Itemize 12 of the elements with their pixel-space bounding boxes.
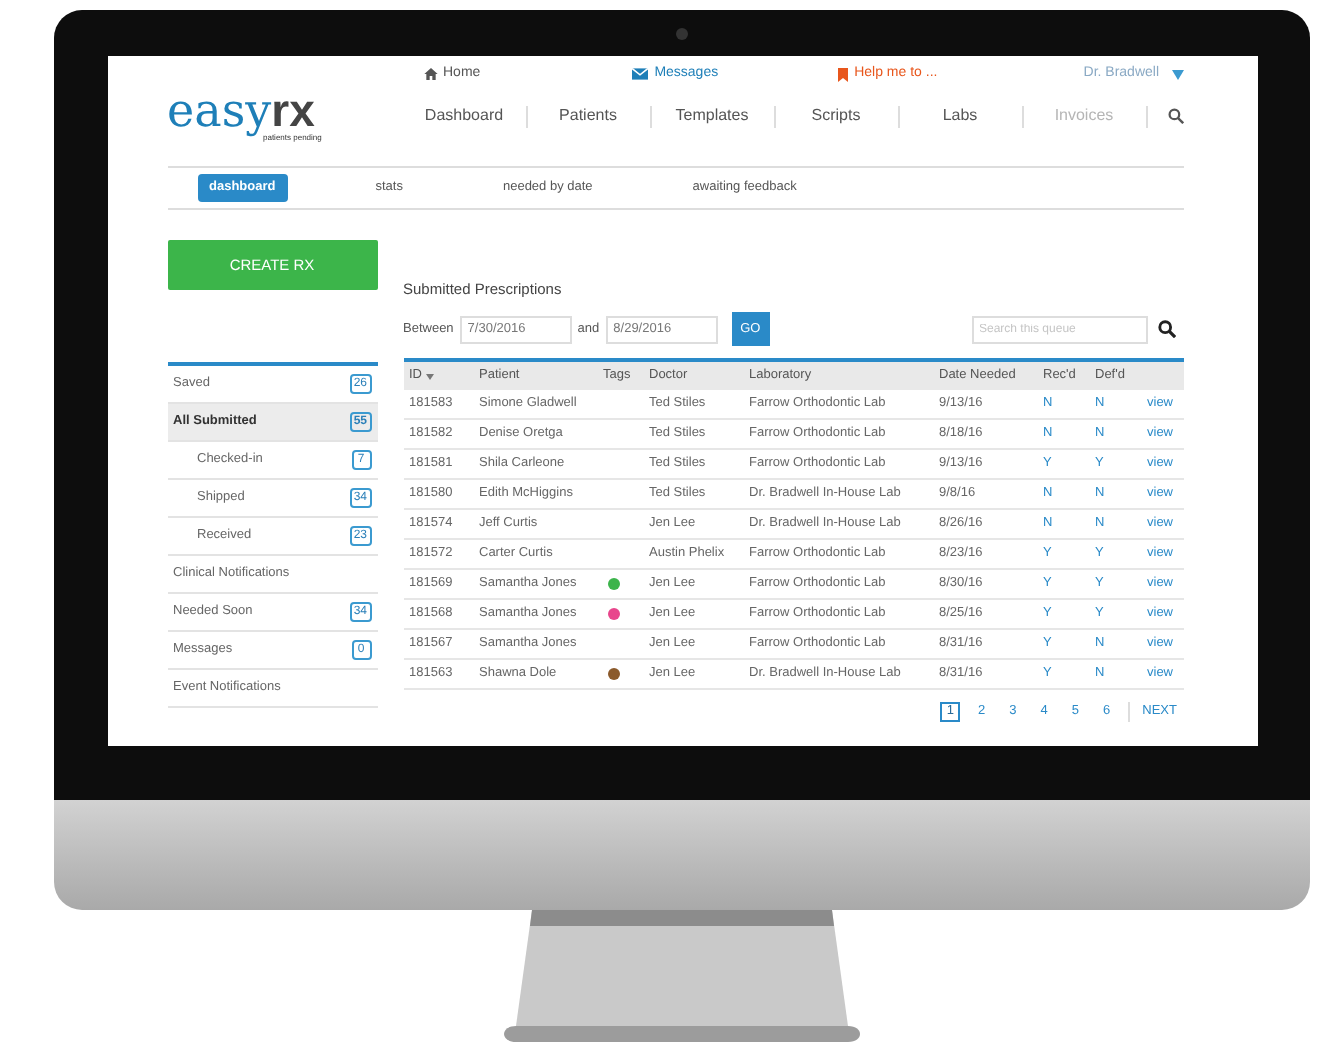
home-icon bbox=[423, 68, 437, 80]
nav-link[interactable]: Dashboard bbox=[403, 104, 525, 128]
bookmark-icon bbox=[838, 67, 849, 81]
sort-icon bbox=[426, 373, 434, 380]
nav-link[interactable]: Scripts bbox=[775, 104, 897, 128]
search-icon[interactable] bbox=[1157, 320, 1175, 339]
nav-link[interactable]: Labs bbox=[899, 104, 1021, 128]
nav-link[interactable]: Patients bbox=[527, 104, 649, 128]
nav-link[interactable]: Templates bbox=[651, 104, 773, 128]
caret-icon bbox=[1171, 69, 1183, 79]
search-icon[interactable] bbox=[1167, 108, 1183, 124]
envelope-icon bbox=[632, 68, 649, 80]
